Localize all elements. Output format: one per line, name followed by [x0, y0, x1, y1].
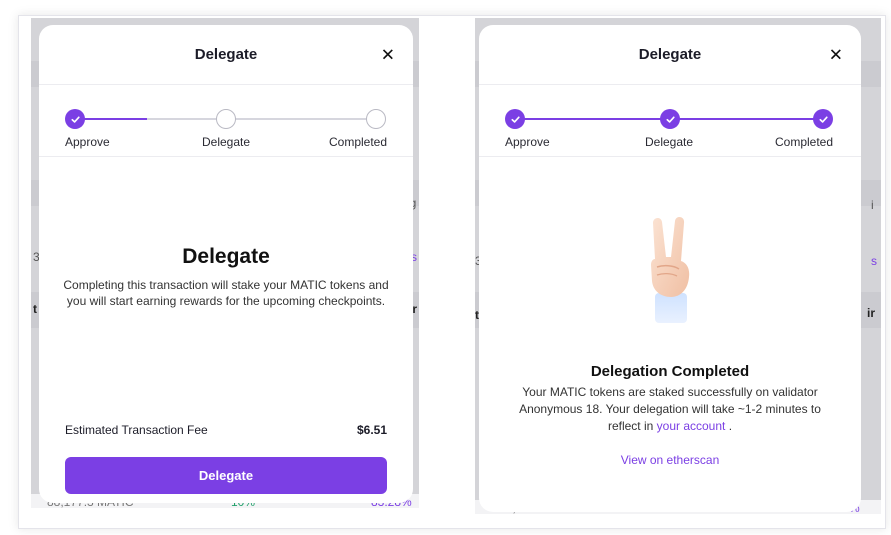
modal-title: Delegate — [638, 46, 702, 63]
step-label-delegate: Delegate — [202, 135, 251, 149]
description-line: reflect in your account . — [479, 418, 861, 435]
delegate-modal-step-completed: Delegate ✕ Approve Delegate Completed De… — [479, 25, 861, 512]
delegate-modal-step-approve: Delegate ✕ Approve Delegate Completed De… — [39, 25, 413, 503]
victory-hand-icon — [635, 215, 705, 325]
screenshot-frame: 3 t ig s ir 88,177.3 MATIC 10% 83.28% 3 … — [18, 15, 886, 529]
step-delegate-check-icon — [660, 109, 680, 129]
step-label-approve: Approve — [505, 135, 550, 149]
background-text: s — [871, 254, 877, 268]
close-button[interactable]: ✕ — [829, 46, 843, 63]
close-button[interactable]: ✕ — [381, 46, 395, 63]
fee-label: Estimated Transaction Fee — [65, 423, 208, 437]
modal-heading: Delegate — [182, 245, 270, 268]
your-account-link[interactable]: your account — [657, 419, 726, 433]
modal-body: Delegate Completing this transaction wil… — [39, 245, 413, 309]
step-label-approve: Approve — [65, 135, 110, 149]
modal-description: Your MATIC tokens are staked successfull… — [479, 384, 861, 435]
modal-heading: Delegation Completed — [590, 363, 750, 380]
step-delegate-indicator — [216, 109, 236, 129]
background-text: t — [33, 302, 37, 316]
modal-title: Delegate — [194, 46, 258, 63]
modal-header: Delegate ✕ — [39, 25, 413, 85]
step-completed-check-icon — [813, 109, 833, 129]
fee-row: Estimated Transaction Fee $6.51 — [65, 423, 387, 437]
background-text: i — [871, 198, 874, 212]
fee-value: $6.51 — [356, 423, 387, 437]
progress-stepper: Approve Delegate Completed — [479, 85, 861, 157]
modal-header: Delegate ✕ — [479, 25, 861, 85]
description-text: reflect in — [607, 419, 657, 433]
stepper-line-active — [75, 118, 147, 120]
progress-stepper: Approve Delegate Completed — [39, 85, 413, 157]
view-on-etherscan-link[interactable]: View on etherscan — [621, 453, 720, 467]
description-line: Completing this transaction will stake y… — [63, 278, 389, 292]
background-text: ir — [867, 306, 876, 320]
delegate-button[interactable]: Delegate — [65, 457, 387, 494]
stepper-line-inactive — [147, 118, 379, 120]
step-completed-indicator — [366, 109, 386, 129]
step-label-completed: Completed — [775, 135, 834, 149]
modal-description: Completing this transaction will stake y… — [39, 277, 413, 309]
description-line: Anonymous 18. Your delegation will take … — [519, 402, 821, 416]
modal-body: Delegation Completed Your MATIC tokens a… — [479, 363, 861, 469]
step-approve-check-icon — [505, 109, 525, 129]
step-label-delegate: Delegate — [645, 135, 694, 149]
step-approve-check-icon — [65, 109, 85, 129]
description-text: . — [725, 419, 733, 433]
description-line: you will start earning rewards for the u… — [66, 294, 386, 308]
step-label-completed: Completed — [329, 135, 388, 149]
description-line: Your MATIC tokens are staked successfull… — [522, 385, 818, 399]
